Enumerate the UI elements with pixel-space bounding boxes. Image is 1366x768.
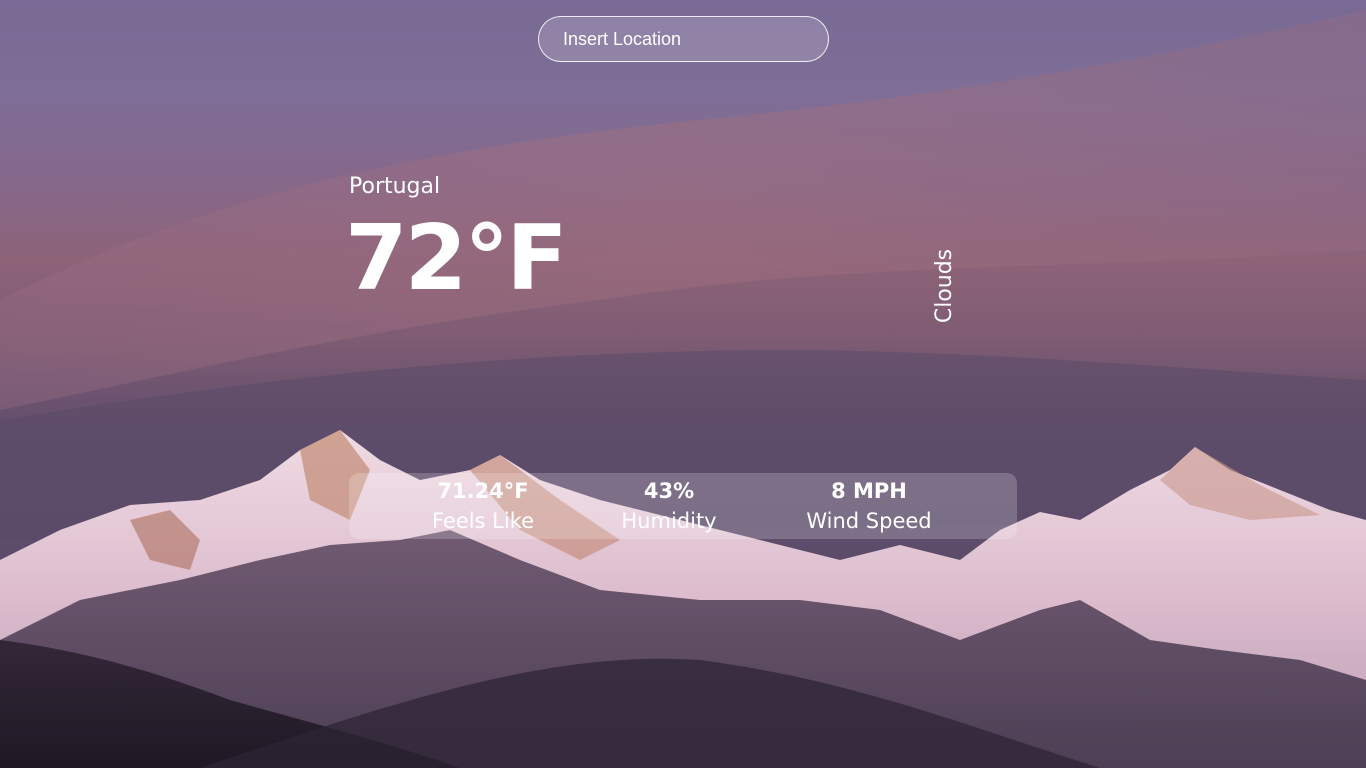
feels-like-label: Feels Like bbox=[431, 509, 535, 533]
wind-speed-value: 8 MPH bbox=[831, 479, 907, 503]
feels-like-stat: 71.24°F Feels Like bbox=[419, 477, 547, 537]
humidity-value: 43% bbox=[643, 479, 695, 503]
location-search-input[interactable] bbox=[538, 16, 829, 62]
current-temperature: 72°F bbox=[345, 206, 568, 311]
humidity-stat: 43% Humidity bbox=[611, 477, 727, 537]
wind-speed-label: Wind Speed bbox=[806, 509, 932, 533]
location-name: Portugal bbox=[349, 174, 441, 199]
location-search bbox=[538, 16, 829, 62]
weather-condition: Clouds bbox=[932, 248, 957, 324]
humidity-label: Humidity bbox=[621, 509, 717, 533]
wind-speed-stat: 8 MPH Wind Speed bbox=[794, 477, 944, 537]
feels-like-value: 71.24°F bbox=[437, 479, 529, 503]
weather-stats-panel: 71.24°F Feels Like 43% Humidity 8 MPH Wi… bbox=[349, 473, 1017, 539]
mountain-background-image bbox=[0, 0, 1366, 768]
